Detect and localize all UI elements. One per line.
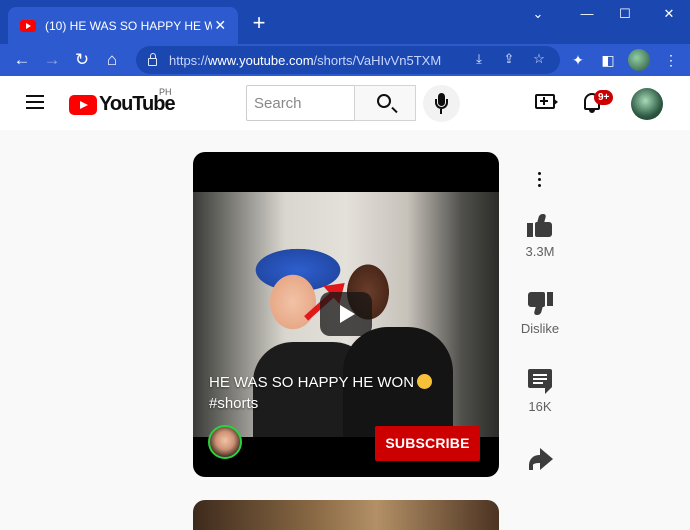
youtube-favicon-icon <box>20 19 36 32</box>
hamburger-menu-icon[interactable] <box>26 95 44 109</box>
short-video-card[interactable]: HE WAS SO HAPPY HE WON #shorts SUBSCRIBE <box>193 152 499 477</box>
side-panel-icon[interactable]: ◧ <box>597 49 619 71</box>
search-button[interactable] <box>354 85 416 121</box>
browser-toolbar: ← → ↻ ⌂ https://www.youtube.com/shorts/V… <box>0 44 690 76</box>
youtube-header: YouTube PH Search <box>0 76 690 130</box>
maximize-button[interactable]: ☐ <box>614 6 636 22</box>
youtube-play-logo-icon <box>69 94 97 115</box>
home-icon[interactable]: ⌂ <box>100 48 124 72</box>
url-text: https://www.youtube.com/shorts/VaHIvVn5T… <box>169 52 442 68</box>
install-app-icon[interactable]: ⤓ <box>470 51 488 67</box>
browser-tab-strip: (10) HE WAS SO HAPPY HE WON ✕ + ⌄ — ☐ ✕ <box>0 0 690 44</box>
share-arrow-icon <box>527 448 553 470</box>
extensions-icon[interactable]: ✦ <box>567 49 589 71</box>
share-page-icon[interactable]: ⇪ <box>500 51 518 67</box>
reload-icon[interactable]: ↻ <box>70 48 94 72</box>
lock-icon[interactable] <box>148 52 157 66</box>
account-avatar[interactable] <box>631 88 663 120</box>
subscribe-button[interactable]: SUBSCRIBE <box>375 426 480 461</box>
address-bar[interactable]: https://www.youtube.com/shorts/VaHIvVn5T… <box>136 46 560 74</box>
more-options-icon[interactable] <box>538 172 542 188</box>
dislike-button[interactable]: Dislike <box>515 291 565 336</box>
comments-button[interactable]: 16K <box>515 369 565 414</box>
smile-emoji-icon <box>417 374 433 389</box>
search-input[interactable]: Search <box>246 85 355 121</box>
dislike-label: Dislike <box>520 321 560 336</box>
like-button[interactable]: 3.3M <box>515 214 565 259</box>
create-video-icon[interactable] <box>535 94 558 109</box>
comment-count: 16K <box>528 399 552 414</box>
youtube-logo[interactable]: YouTube PH <box>69 87 176 116</box>
tab-search-icon[interactable]: ⌄ <box>527 6 549 22</box>
tab-close-icon[interactable]: ✕ <box>212 17 228 34</box>
share-button[interactable] <box>515 448 565 470</box>
voice-search-button[interactable] <box>423 85 460 122</box>
like-count: 3.3M <box>525 244 555 259</box>
browser-menu-icon[interactable]: ⋮ <box>660 49 682 71</box>
tab-title: (10) HE WAS SO HAPPY HE WON <box>45 18 213 33</box>
new-tab-button[interactable]: + <box>248 12 270 34</box>
shorts-hashtag[interactable]: #shorts <box>209 395 258 412</box>
back-arrow-icon[interactable]: ← <box>10 48 34 72</box>
notification-count-badge: 9+ <box>594 90 614 105</box>
thumbs-up-icon <box>527 214 553 238</box>
browser-profile-avatar[interactable] <box>628 49 650 71</box>
search-icon <box>377 94 391 108</box>
minimize-button[interactable]: — <box>576 6 598 21</box>
bookmark-star-icon[interactable]: ☆ <box>530 51 548 67</box>
thumbs-down-icon <box>527 291 553 315</box>
browser-tab[interactable]: (10) HE WAS SO HAPPY HE WON ✕ <box>8 7 238 44</box>
comment-icon <box>528 369 552 394</box>
video-caption[interactable]: HE WAS SO HAPPY HE WON #shorts <box>209 372 449 414</box>
channel-avatar[interactable] <box>208 425 242 459</box>
close-window-button[interactable]: ✕ <box>658 6 680 22</box>
country-code: PH <box>159 87 172 97</box>
forward-arrow-icon[interactable]: → <box>40 48 64 72</box>
next-short-preview[interactable] <box>193 500 499 530</box>
play-button[interactable] <box>320 292 372 336</box>
